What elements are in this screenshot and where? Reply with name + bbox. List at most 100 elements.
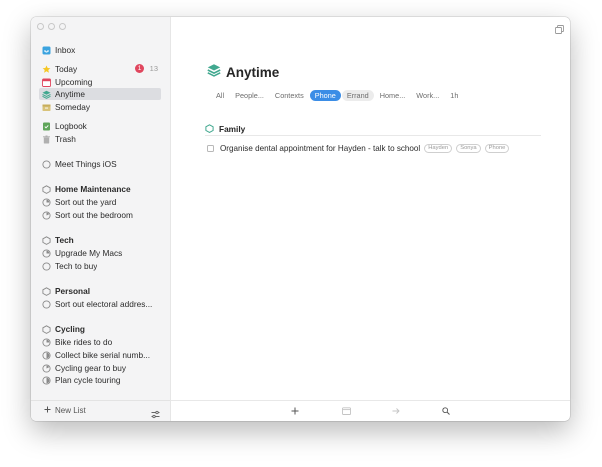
when-button[interactable] xyxy=(341,406,351,416)
window-controls xyxy=(37,23,66,30)
sidebar-item-logbook[interactable]: Logbook xyxy=(39,120,161,132)
sidebar-area-cycling[interactable]: Cycling xyxy=(39,323,161,335)
bottom-toolbar xyxy=(171,400,570,421)
arrow-right-icon xyxy=(392,402,400,420)
todo-tag[interactable]: Hayden xyxy=(424,144,453,153)
sidebar-item-project[interactable]: Collect bike serial numb... xyxy=(39,349,161,361)
tag-phone[interactable]: Phone xyxy=(309,90,341,101)
sidebar-item-someday[interactable]: Someday xyxy=(39,101,161,113)
sliders-icon xyxy=(151,406,160,421)
page-title: Anytime xyxy=(226,65,280,80)
sidebar-item-project[interactable]: Tech to buy xyxy=(39,260,161,272)
progress-icon xyxy=(42,363,51,373)
sidebar-footer: New List xyxy=(31,400,170,421)
sidebar-item-label: Upgrade My Macs xyxy=(55,248,123,258)
calendar-icon xyxy=(42,78,51,87)
section-heading[interactable]: Family xyxy=(205,122,541,136)
add-icon xyxy=(291,402,299,420)
area-icon xyxy=(42,235,51,245)
progress-icon xyxy=(42,197,51,207)
filter-settings-button[interactable] xyxy=(151,406,160,421)
box-icon xyxy=(42,103,51,112)
sidebar-item-project[interactable]: Sort out the yard xyxy=(39,196,161,208)
todo-tag[interactable]: Phone xyxy=(484,144,510,153)
area-icon xyxy=(205,120,214,138)
star-icon xyxy=(42,64,51,74)
sidebar-item-project[interactable]: Plan cycle touring xyxy=(39,374,161,386)
trash-icon xyxy=(42,135,51,144)
sidebar-item-label: Trash xyxy=(55,134,76,144)
inbox-icon xyxy=(42,46,51,55)
search-icon xyxy=(442,402,450,420)
tag-filter-bar: All People... Contexts Phone Errand Home… xyxy=(211,90,463,101)
page-header: Anytime xyxy=(207,63,279,82)
logbook-icon xyxy=(42,122,51,131)
sidebar-area-home-maintenance[interactable]: Home Maintenance xyxy=(39,183,161,195)
sidebar-item-today[interactable]: Today 1 13 xyxy=(39,63,161,75)
new-list-button[interactable]: New List xyxy=(44,406,86,415)
sidebar-item-label: Personal xyxy=(55,286,91,296)
overdue-badge: 1 xyxy=(135,64,144,73)
sidebar-area-personal[interactable]: Personal xyxy=(39,285,161,297)
circle-icon xyxy=(42,299,51,309)
sidebar-item-label: Collect bike serial numb... xyxy=(55,350,150,360)
todo-tag[interactable]: Sonya xyxy=(456,144,481,153)
new-todo-button[interactable] xyxy=(290,406,300,416)
sidebar-item-label: Sort out the yard xyxy=(55,197,117,207)
sidebar-item-label: Sort out the bedroom xyxy=(55,210,133,220)
sidebar-item-label: Cycling xyxy=(55,324,85,334)
sidebar-item-label: Bike rides to do xyxy=(55,337,113,347)
todo-item[interactable]: Organise dental appointment for Hayden -… xyxy=(207,144,510,153)
fullscreen-button[interactable] xyxy=(555,21,564,39)
today-count: 13 xyxy=(149,64,158,73)
section-heading-label: Family xyxy=(219,123,246,134)
sidebar-item-inbox[interactable]: Inbox xyxy=(39,44,161,56)
app-window: Inbox Today 1 13 Upcoming Anytime Someda… xyxy=(31,17,570,421)
sidebar-item-project[interactable]: Cycling gear to buy xyxy=(39,362,161,374)
tag-all[interactable]: All xyxy=(211,90,229,101)
tag-work[interactable]: Work... xyxy=(411,90,444,101)
progress-icon xyxy=(42,248,51,258)
sidebar-item-label: Home Maintenance xyxy=(55,184,131,194)
search-button[interactable] xyxy=(441,406,451,416)
area-icon xyxy=(42,286,51,296)
sidebar-item-label: Upcoming xyxy=(55,77,93,87)
progress-icon xyxy=(42,375,51,385)
sidebar-item-project[interactable]: Meet Things iOS xyxy=(39,158,161,170)
sidebar-item-project[interactable]: Bike rides to do xyxy=(39,336,161,348)
sidebar-item-label: Someday xyxy=(55,102,91,112)
plus-icon xyxy=(44,406,51,415)
move-button[interactable] xyxy=(391,406,401,416)
new-list-label: New List xyxy=(55,406,86,415)
tag-home[interactable]: Home... xyxy=(375,90,411,101)
stack-icon xyxy=(207,63,221,82)
sidebar-item-project[interactable]: Sort out the bedroom xyxy=(39,209,161,221)
zoom-button[interactable] xyxy=(59,23,66,30)
close-button[interactable] xyxy=(37,23,44,30)
sidebar-area-tech[interactable]: Tech xyxy=(39,234,161,246)
sidebar-item-project[interactable]: Sort out electoral addres... xyxy=(39,298,161,310)
sidebar-item-label: Inbox xyxy=(55,45,76,55)
sidebar-item-label: Logbook xyxy=(55,121,87,131)
calendar-small-icon xyxy=(341,402,351,420)
sidebar-item-project[interactable]: Upgrade My Macs xyxy=(39,247,161,259)
tag-errand[interactable]: Errand xyxy=(341,90,374,101)
progress-icon xyxy=(42,350,51,360)
progress-icon xyxy=(42,337,51,347)
sidebar-item-upcoming[interactable]: Upcoming xyxy=(39,76,161,88)
todo-checkbox[interactable] xyxy=(207,145,214,152)
tag-1h[interactable]: 1h xyxy=(445,90,463,101)
sidebar-item-label: Today xyxy=(55,64,78,74)
tag-contexts[interactable]: Contexts xyxy=(270,90,309,101)
sidebar-item-label: Plan cycle touring xyxy=(55,375,121,385)
minimize-button[interactable] xyxy=(48,23,55,30)
stack-icon xyxy=(42,90,51,99)
sidebar-item-trash[interactable]: Trash xyxy=(39,133,161,145)
tag-people[interactable]: People... xyxy=(230,90,269,101)
fullscreen-icon xyxy=(555,21,564,38)
sidebar-item-label: Tech to buy xyxy=(55,261,98,271)
sidebar-item-anytime[interactable]: Anytime xyxy=(39,88,161,100)
todo-title: Organise dental appointment for Hayden -… xyxy=(220,144,421,153)
sidebar-item-label: Sort out electoral addres... xyxy=(55,299,153,309)
sidebar-item-label: Tech xyxy=(55,235,74,245)
